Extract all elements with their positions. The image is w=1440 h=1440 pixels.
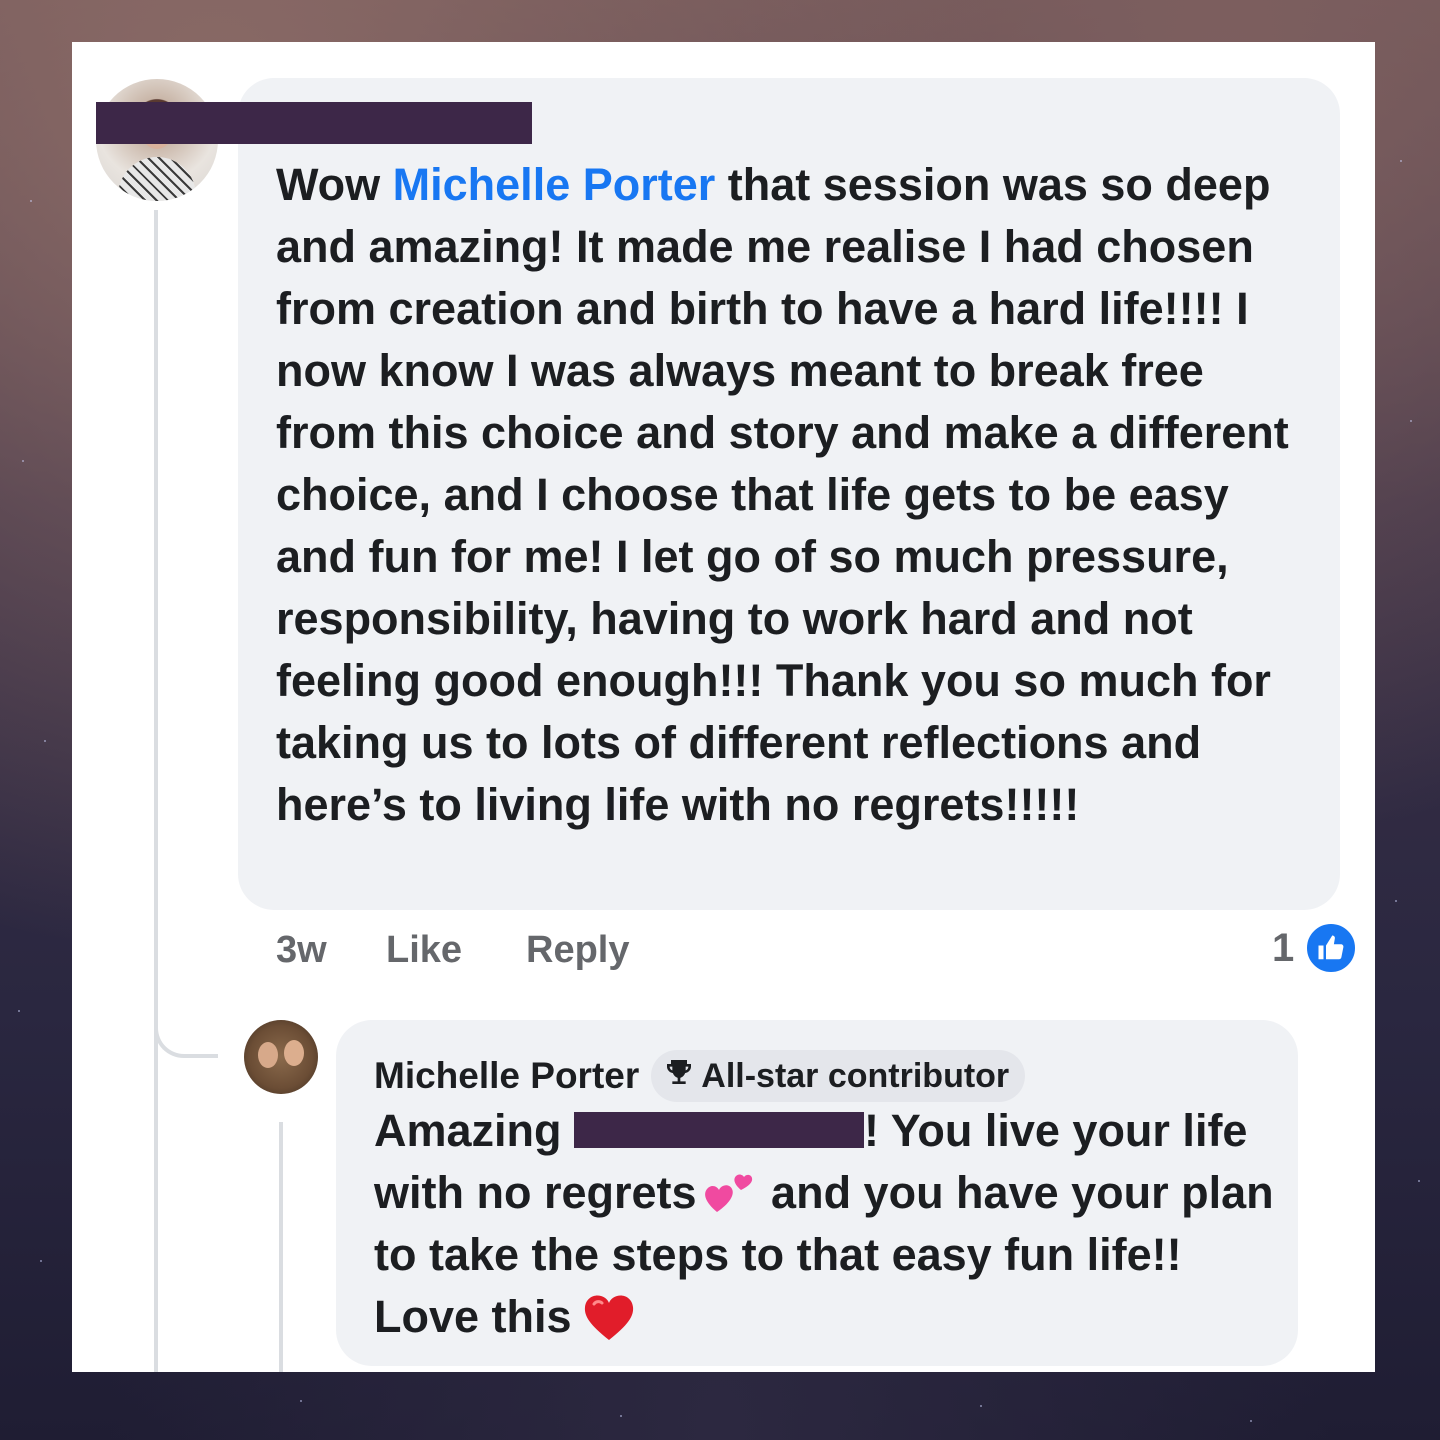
reply-button[interactable]: Reply [526,922,629,978]
redacted-name [96,102,532,144]
comment-text: Wow Michelle Porter that session was so … [276,154,1316,836]
reply-text-part1: Amazing [374,1105,575,1156]
reply-thread-line [279,1122,283,1372]
comment-text-before: Wow [276,159,393,210]
redacted-mention [574,1112,865,1148]
reply-author-avatar[interactable] [244,1020,318,1094]
trophy-icon [663,1056,695,1097]
red-heart-emoji [582,1292,636,1342]
mention-link[interactable]: Michelle Porter [393,159,716,210]
all-star-badge[interactable]: All-star contributor [651,1050,1026,1102]
like-count-value: 1 [1272,925,1295,970]
two-hearts-emoji [701,1168,755,1218]
reply-header: Michelle Porter All-star contributor [374,1050,1026,1102]
thread-line [154,210,158,1372]
reply-text: Amazing ! You live your life with no reg… [374,1100,1274,1348]
thumbs-up-icon [1304,921,1359,975]
thread-branch [154,1022,218,1058]
badge-label: All-star contributor [701,1056,1010,1095]
reply-author-name[interactable]: Michelle Porter [374,1055,639,1097]
comment-card: Wow Michelle Porter that session was so … [72,42,1375,1372]
like-button[interactable]: Like [386,922,462,978]
like-count[interactable]: 1 [1272,920,1359,976]
comment-text-after: that session was so deep and amazing! It… [276,159,1289,830]
comment-timestamp[interactable]: 3w [276,922,327,978]
